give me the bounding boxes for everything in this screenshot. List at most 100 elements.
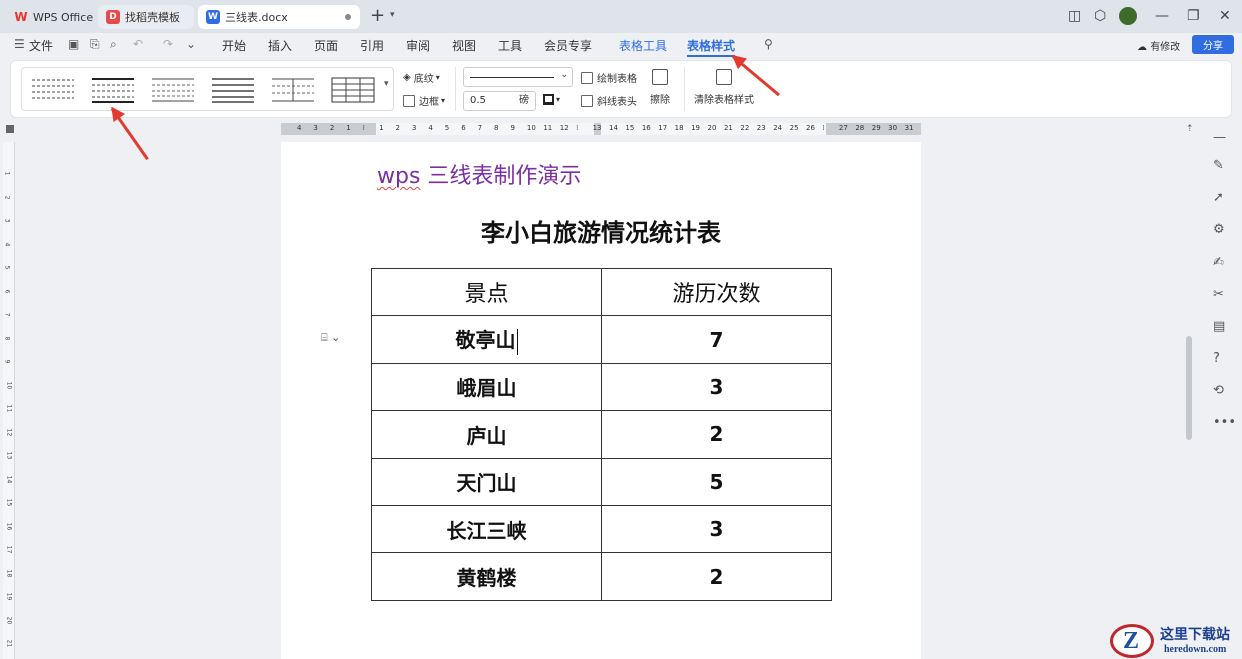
- table-cell[interactable]: 敬亭山: [371, 315, 602, 364]
- search-icon[interactable]: ⚲: [764, 37, 773, 51]
- line-width-unit: 磅: [519, 95, 529, 106]
- ruler-tick: 12: [559, 124, 569, 132]
- menu-file[interactable]: 文件: [29, 37, 53, 54]
- table-cell[interactable]: 3: [601, 504, 832, 554]
- layout-icon[interactable]: ◫: [1068, 7, 1081, 25]
- erase-button[interactable]: 擦除: [650, 69, 670, 106]
- gallery-expand-icon[interactable]: ▾: [384, 79, 389, 89]
- table-row: 长江三峡 3: [371, 504, 832, 554]
- diagonal-header-button[interactable]: 斜线表头: [581, 93, 637, 108]
- ruler-tick: ⁞: [362, 124, 365, 132]
- table-header-cell[interactable]: 游历次数: [601, 267, 832, 317]
- ruler-tick: 28: [855, 124, 865, 132]
- table-cell[interactable]: 2: [601, 552, 832, 601]
- document-heading[interactable]: wps 三线表制作演示: [377, 158, 581, 190]
- ruler-toggle-icon[interactable]: ⇡: [1186, 124, 1194, 134]
- table-cell[interactable]: 5: [601, 457, 832, 506]
- adjust-settings-icon[interactable]: ⚙: [1213, 222, 1225, 237]
- chevron-down-icon[interactable]: ▾: [390, 10, 395, 20]
- table-cell[interactable]: 庐山: [371, 410, 602, 459]
- ruler-tick: 10: [5, 381, 13, 389]
- menu-member[interactable]: 会员专享: [544, 37, 592, 54]
- export-icon[interactable]: ⎘: [90, 37, 100, 52]
- minimize-icon[interactable]: —: [1155, 7, 1169, 25]
- table-move-handle-icon[interactable]: ⌸ ⌄: [321, 331, 340, 345]
- menu-insert[interactable]: 插入: [268, 37, 292, 54]
- table-cell[interactable]: 峨眉山: [371, 362, 602, 412]
- ruler-tick: 31: [904, 124, 914, 132]
- divider: [455, 67, 456, 111]
- tab-document[interactable]: W 三线表.docx: [198, 5, 360, 29]
- book-icon[interactable]: ▤: [1213, 319, 1225, 334]
- clear-table-style-button[interactable]: 清除表格样式: [694, 69, 754, 106]
- sync-icon[interactable]: ⟲: [1213, 383, 1224, 398]
- menu-review[interactable]: 审阅: [406, 37, 430, 54]
- undo-icon[interactable]: ↶: [133, 37, 143, 51]
- ruler-tick: 16: [5, 522, 13, 530]
- table-cell[interactable]: 7: [601, 315, 832, 364]
- new-tab-icon[interactable]: +: [370, 6, 385, 26]
- ruler-tick: 4: [428, 124, 433, 132]
- data-table[interactable]: 景点 游历次数 敬亭山 7 峨眉山 3 庐山 2 天门山 5 长江三峡 3 黄鹤…: [371, 267, 832, 601]
- more-chevron-icon[interactable]: ⌄: [186, 37, 196, 51]
- table-cell[interactable]: 2: [601, 410, 832, 459]
- style-thumb-three-line[interactable]: [90, 76, 136, 104]
- table-cell[interactable]: 3: [601, 362, 832, 412]
- share-button[interactable]: 分享: [1192, 35, 1234, 54]
- watermark-logo-icon: [1110, 624, 1154, 658]
- style-thumb-grid[interactable]: [330, 76, 376, 104]
- revise-status[interactable]: ☁ 有修改: [1137, 38, 1180, 53]
- menu-home[interactable]: 开始: [222, 37, 246, 54]
- style-thumb-lined[interactable]: [150, 76, 196, 104]
- cell-text: 敬亭山: [455, 328, 516, 353]
- save-icon[interactable]: ▣: [68, 37, 79, 51]
- table-header-cell[interactable]: 景点: [371, 267, 602, 317]
- style-thumb-vertical[interactable]: [270, 76, 316, 104]
- tab-wps-office[interactable]: W WPS Office: [6, 5, 94, 29]
- diagonal-header-label: 斜线表头: [597, 97, 637, 108]
- table-cell[interactable]: 长江三峡: [371, 504, 602, 554]
- unsaved-dot-icon[interactable]: [345, 14, 351, 20]
- table-title[interactable]: 李小白旅游情况统计表: [371, 213, 831, 248]
- tools-icon[interactable]: ✂: [1213, 287, 1224, 302]
- menu-tools[interactable]: 工具: [498, 37, 522, 54]
- edit-pen-icon[interactable]: ✎: [1213, 158, 1224, 173]
- redo-icon[interactable]: ↷: [163, 37, 173, 51]
- ruler-bar[interactable]: 4 3 2 1 ⁞ 1 2 3 4 5 6 7 8 9 10 11 12 ⁞ 13 14 15 16 17 18 19 20 21 2…: [281, 123, 921, 135]
- style-thumb-bold-lines[interactable]: [210, 76, 256, 104]
- shading-button[interactable]: ◈ 底纹 ▾: [403, 70, 440, 85]
- tab-templates[interactable]: D 找稻壳模板: [98, 5, 194, 29]
- collapse-icon[interactable]: —: [1213, 130, 1226, 145]
- ruler-tick: 17: [658, 124, 668, 132]
- menu-table-tools[interactable]: 表格工具: [619, 37, 667, 54]
- draw-table-button[interactable]: 绘制表格: [581, 70, 637, 85]
- chevron-down-icon: ⌄: [560, 70, 568, 80]
- restore-icon[interactable]: ❐: [1187, 7, 1200, 25]
- line-color-button[interactable]: ▾: [543, 94, 560, 105]
- menu-table-style[interactable]: 表格样式: [687, 37, 736, 57]
- line-width-input[interactable]: 0.5 磅: [463, 91, 536, 111]
- border-button[interactable]: 边框 ▾: [403, 93, 445, 108]
- table-cell[interactable]: 天门山: [371, 457, 602, 506]
- line-width-value: 0.5: [470, 95, 486, 106]
- vertical-scrollbar[interactable]: [1186, 336, 1192, 440]
- select-cursor-icon[interactable]: ➚: [1213, 190, 1224, 205]
- word-doc-icon: W: [206, 10, 220, 24]
- menu-page[interactable]: 页面: [314, 37, 338, 54]
- line-style-select[interactable]: ⌄: [463, 67, 573, 87]
- help-icon[interactable]: ?: [1213, 351, 1220, 366]
- hamburger-icon[interactable]: ☰: [14, 37, 25, 51]
- avatar[interactable]: [1119, 7, 1137, 25]
- vertical-ruler[interactable]: 1 2 3 4 5 6 7 8 9 10 11 12 13 14 15 16 17 18 19 20 21: [3, 142, 15, 659]
- close-icon[interactable]: ✕: [1219, 7, 1231, 25]
- menu-view[interactable]: 视图: [452, 37, 476, 54]
- ruler-tick: 21: [5, 639, 13, 648]
- menu-reference[interactable]: 引用: [360, 37, 384, 54]
- style-thumb-dashed[interactable]: [30, 76, 76, 104]
- more-icon[interactable]: •••: [1213, 415, 1236, 430]
- border-icon: [403, 94, 415, 107]
- print-preview-icon[interactable]: ⌕: [110, 37, 117, 52]
- signature-icon[interactable]: ✍: [1213, 255, 1224, 270]
- cube-icon[interactable]: ⬡: [1094, 7, 1106, 25]
- table-cell[interactable]: 黄鹤楼: [371, 552, 602, 601]
